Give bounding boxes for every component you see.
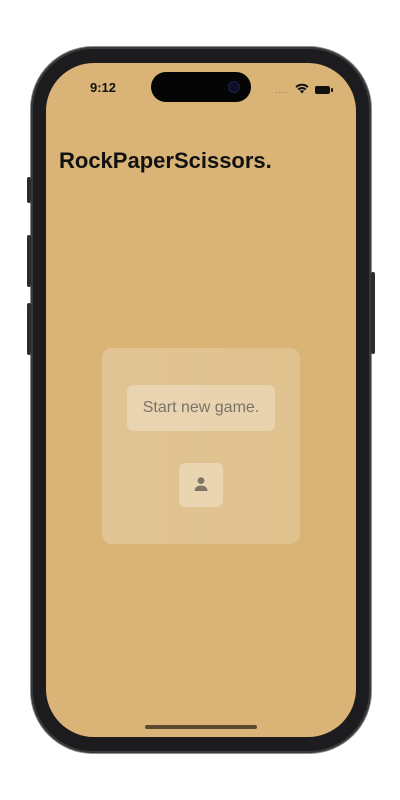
game-menu-card: Start new game. [102,348,300,544]
player-profile-button[interactable] [179,463,223,507]
app-screen: 9:12 .... RockPaperScissors. Start new g… [46,63,356,737]
side-button-action [27,177,31,203]
status-time: 9:12 [90,80,117,95]
status-icons: .... [274,81,333,99]
side-button-power [371,272,375,354]
wifi-icon [295,81,309,99]
camera-icon [229,82,239,92]
person-icon [193,476,209,495]
side-button-volume-down [27,303,31,355]
dynamic-island [151,72,251,102]
app-title: RockPaperScissors. [59,148,272,173]
home-indicator[interactable] [145,725,257,729]
side-button-volume-up [27,235,31,287]
signal-dots: .... [274,85,289,95]
battery-icon [315,86,333,94]
start-new-game-button[interactable]: Start new game. [127,385,275,431]
